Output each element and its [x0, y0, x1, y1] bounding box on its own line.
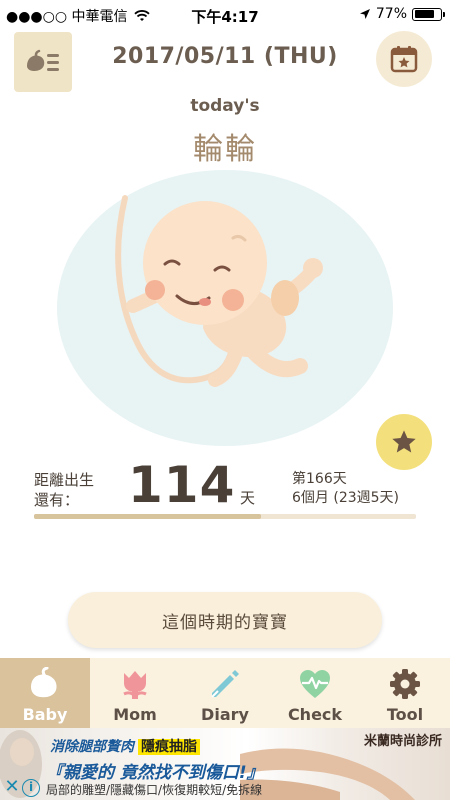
tab-bar: Baby Mom Diary Check Tool — [0, 658, 450, 728]
calendar-button[interactable] — [376, 31, 432, 87]
status-bar: ●●●○○ 中華電信 下午4:17 77% — [0, 0, 450, 30]
pencil-icon — [211, 670, 239, 698]
battery-percent: 77% — [375, 6, 407, 22]
countdown-label-line1: 距離出生 — [34, 471, 95, 489]
tab-diary-label: Diary — [201, 705, 249, 724]
days-unit: 天 — [240, 489, 256, 507]
countdown-label-line2: 還有： — [34, 491, 80, 509]
status-right: 77% — [359, 6, 445, 22]
tab-mom-label: Mom — [113, 705, 157, 724]
tab-tool-label: Tool — [386, 705, 424, 724]
ad-headline-text: 消除腿部贅肉 — [50, 739, 134, 755]
ad-close-icon[interactable]: ✕ — [2, 776, 22, 798]
favorite-star-button[interactable] — [376, 414, 432, 470]
battery-fill — [414, 10, 434, 18]
tab-diary[interactable]: Diary — [180, 658, 270, 728]
ad-brand: 米蘭時尚診所 — [363, 734, 442, 749]
tab-mom[interactable]: Mom — [90, 658, 180, 728]
ad-info-icon[interactable]: i — [22, 779, 40, 797]
ad-details: 局部的雕塑/隱藏傷口/恢復期較短/免拆線 — [46, 783, 263, 797]
ad-tag: 隱痕抽脂 — [138, 739, 200, 755]
tab-check[interactable]: Check — [270, 658, 360, 728]
tab-baby-label: Baby — [22, 705, 68, 724]
location-arrow-icon — [359, 9, 370, 19]
ad-banner[interactable]: 米蘭時尚診所 消除腿部贅肉 隱痕抽脂 『親愛的 竟然找不到傷口!』 局部的雕塑/隱… — [0, 728, 450, 800]
pregnancy-progress-fill — [34, 514, 261, 519]
fetus-illustration — [57, 170, 393, 446]
tab-tool[interactable]: Tool — [360, 658, 450, 728]
tab-check-label: Check — [287, 705, 343, 724]
heartbeat-icon — [300, 670, 330, 698]
pregnancy-progress-bar — [34, 514, 416, 519]
ad-slogan: 『親愛的 竟然找不到傷口!』 — [46, 763, 264, 783]
countdown-label: 距離出生 還有： — [34, 470, 94, 510]
pregnancy-age: 第166天 6個月 (23週5天) — [292, 470, 399, 508]
todays-label: today's — [190, 96, 260, 116]
tab-baby[interactable]: Baby — [0, 658, 90, 728]
day-number: 第166天 — [292, 471, 347, 487]
baby-bird-icon — [31, 667, 57, 698]
star-icon — [392, 430, 416, 453]
baby-this-period-button[interactable]: 這個時期的寶寶 — [68, 592, 382, 648]
calendar-star-icon — [390, 46, 418, 73]
baby-name: 輪輪 — [193, 132, 257, 167]
ad-headline: 消除腿部贅肉 隱痕抽脂 — [50, 736, 200, 756]
battery-icon — [412, 7, 445, 21]
days-left-number: 114 — [128, 456, 236, 514]
gear-icon — [390, 669, 420, 699]
tulip-icon — [123, 671, 147, 699]
age-detail: 6個月 (23週5天) — [292, 490, 400, 506]
